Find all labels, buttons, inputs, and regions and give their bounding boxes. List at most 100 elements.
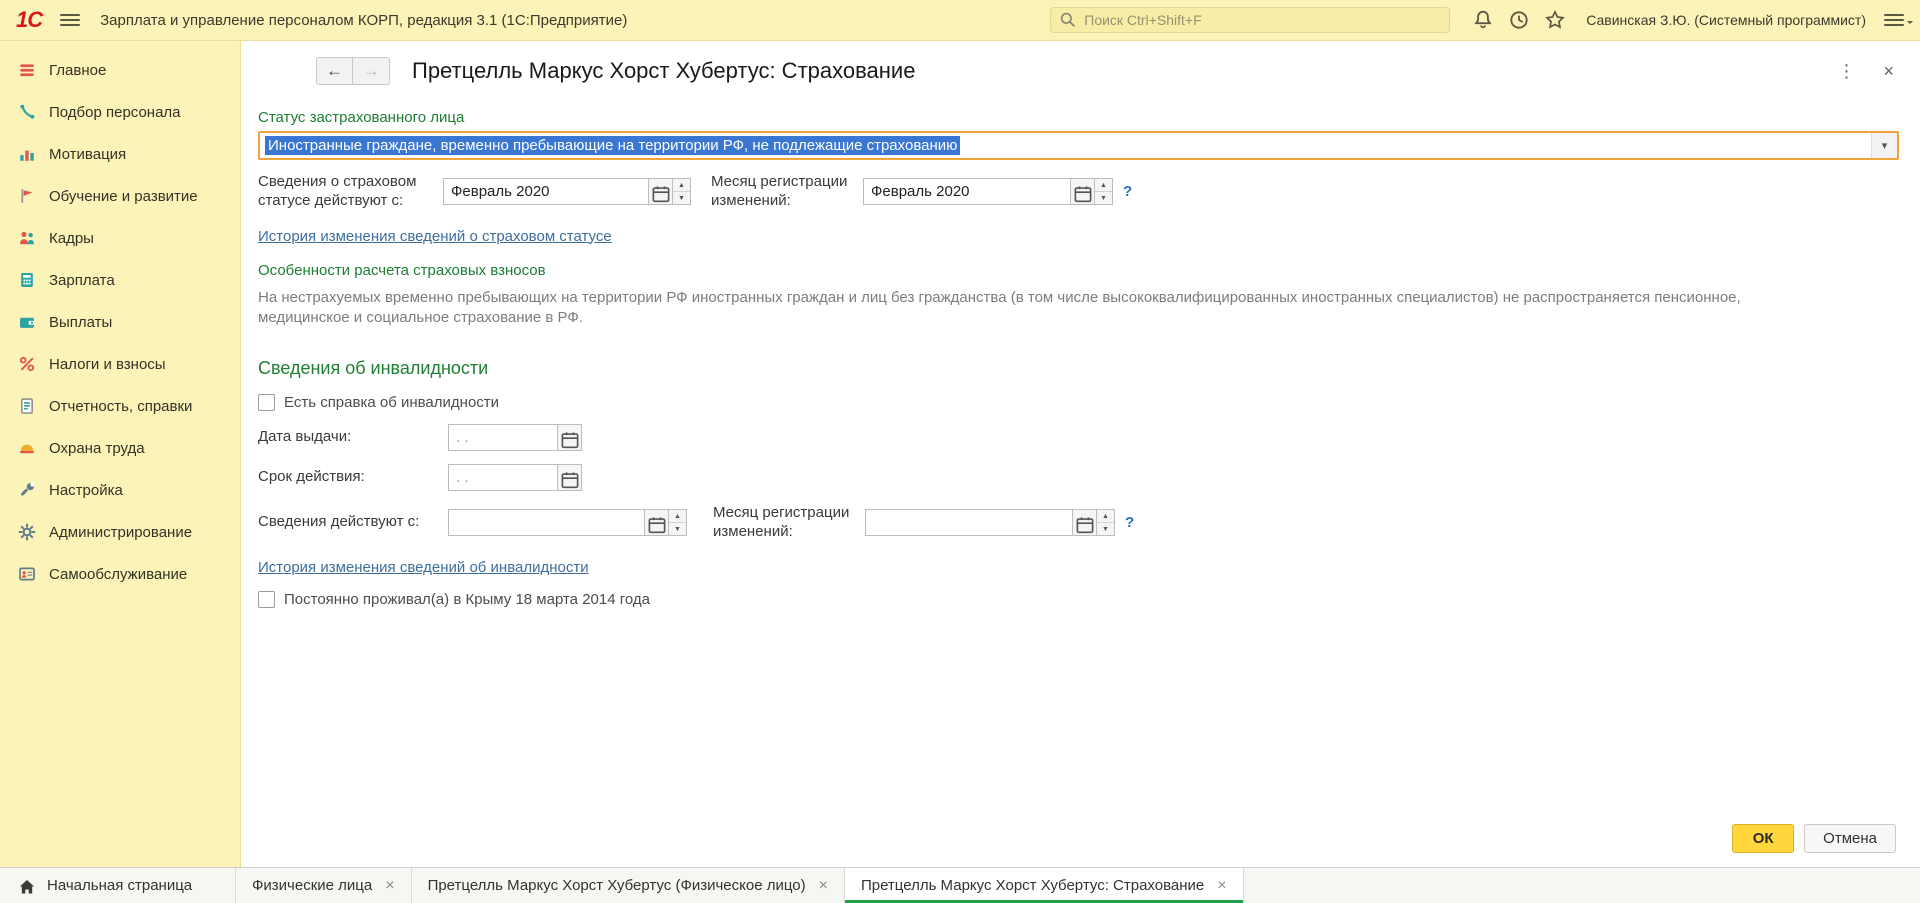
history-icon[interactable] bbox=[1508, 9, 1530, 31]
calendar-button[interactable] bbox=[649, 178, 673, 206]
crimea-residence-label: Постоянно проживал(а) в Крыму 18 марта 2… bbox=[284, 590, 650, 608]
registration-month-label: Месяц регистрации изменений: bbox=[711, 173, 848, 209]
date-spinner[interactable]: ▲ ▼ bbox=[673, 178, 691, 206]
more-menu-icon[interactable]: ⋮ bbox=[1837, 62, 1855, 80]
status-valid-from-value: Февраль 2020 bbox=[451, 183, 550, 201]
sidebar-item-label: Настройка bbox=[49, 481, 123, 499]
help-icon[interactable]: ? bbox=[1125, 514, 1134, 531]
registration-month-value: Февраль 2020 bbox=[871, 183, 970, 201]
sidebar-item-settings[interactable]: Настройка bbox=[0, 469, 240, 511]
open-windows-bar: Начальная страница Физические лица × Пре… bbox=[0, 867, 1920, 903]
sidebar-item-labor-safety[interactable]: Охрана труда bbox=[0, 427, 240, 469]
spinner-down-icon[interactable]: ▼ bbox=[669, 523, 686, 536]
tab-individuals[interactable]: Физические лица × bbox=[236, 868, 412, 903]
calendar-button[interactable] bbox=[1073, 509, 1097, 537]
wallet-icon bbox=[18, 313, 36, 331]
tab-label: Физические лица bbox=[252, 877, 373, 894]
global-search[interactable] bbox=[1050, 7, 1451, 33]
close-tab-icon[interactable]: × bbox=[819, 877, 828, 894]
calendar-button[interactable] bbox=[558, 424, 582, 451]
issue-date-field[interactable]: . . bbox=[448, 424, 558, 451]
spinner-down-icon[interactable]: ▼ bbox=[673, 192, 690, 205]
issue-date-value: . . bbox=[456, 429, 469, 446]
sidebar-item-recruitment[interactable]: Подбор персонала bbox=[0, 91, 240, 133]
spinner-up-icon[interactable]: ▲ bbox=[669, 510, 686, 524]
back-button[interactable]: ← bbox=[316, 57, 353, 85]
spinner-up-icon[interactable]: ▲ bbox=[673, 179, 690, 193]
sections-sidebar: Главное Подбор персонала Мотивация Обуче… bbox=[0, 41, 241, 867]
contributions-note: На нестрахуемых временно пребывающих на … bbox=[258, 288, 1741, 326]
current-user: Савинская З.Ю. (Системный программист) bbox=[1586, 12, 1866, 28]
wrench-icon bbox=[18, 481, 36, 499]
has-disability-certificate-checkbox[interactable] bbox=[258, 394, 275, 411]
report-icon bbox=[18, 397, 36, 415]
home-page-tab[interactable]: Начальная страница bbox=[0, 868, 236, 903]
sidebar-item-reports[interactable]: Отчетность, справки bbox=[0, 385, 240, 427]
date-spinner[interactable]: ▲ ▼ bbox=[1095, 178, 1113, 206]
search-input[interactable] bbox=[1084, 12, 1442, 28]
calendar-icon bbox=[648, 516, 666, 534]
notifications-bell-icon[interactable] bbox=[1472, 9, 1494, 31]
calculator-icon bbox=[18, 271, 36, 289]
favorites-star-icon[interactable] bbox=[1544, 9, 1566, 31]
insured-status-value: Иностранные граждане, временно пребывающ… bbox=[265, 136, 961, 155]
date-spinner[interactable]: ▲ ▼ bbox=[669, 509, 687, 537]
sidebar-item-administration[interactable]: Администрирование bbox=[0, 511, 240, 553]
gear-icon bbox=[18, 523, 36, 541]
chevron-down-icon: ▾ bbox=[1881, 140, 1888, 152]
flag-icon bbox=[18, 187, 36, 205]
expiry-date-label: Срок действия: bbox=[258, 468, 365, 486]
disability-valid-from-field[interactable] bbox=[448, 509, 645, 537]
sidebar-item-self-service[interactable]: Самообслуживание bbox=[0, 553, 240, 595]
sidebar-item-main[interactable]: Главное bbox=[0, 49, 240, 91]
status-valid-from-field[interactable]: Февраль 2020 bbox=[443, 178, 649, 206]
id-card-icon bbox=[18, 565, 36, 583]
bar-chart-icon bbox=[18, 145, 36, 163]
sidebar-item-label: Администрирование bbox=[49, 523, 193, 541]
sidebar-item-taxes[interactable]: Налоги и взносы bbox=[0, 343, 240, 385]
sidebar-item-label: Кадры bbox=[49, 229, 94, 247]
app-title: Зарплата и управление персоналом КОРП, р… bbox=[100, 11, 628, 29]
sidebar-item-training[interactable]: Обучение и развитие bbox=[0, 175, 240, 217]
disability-history-link[interactable]: История изменения сведений об инвалиднос… bbox=[258, 559, 589, 576]
spinner-down-icon[interactable]: ▼ bbox=[1095, 192, 1112, 205]
close-tab-icon[interactable]: × bbox=[385, 877, 394, 894]
combobox-dropdown-button[interactable]: ▾ bbox=[1871, 133, 1897, 158]
main-menu-button[interactable] bbox=[60, 14, 81, 26]
spinner-up-icon[interactable]: ▲ bbox=[1097, 510, 1114, 524]
forward-arrow-icon: → bbox=[362, 61, 380, 80]
disability-section-title: Сведения об инвалидности bbox=[258, 358, 489, 378]
calendar-button[interactable] bbox=[1071, 178, 1095, 206]
registration-month-field[interactable]: Февраль 2020 bbox=[863, 178, 1071, 206]
1c-logo: 1С bbox=[16, 7, 43, 32]
service-menu-button[interactable] bbox=[1884, 14, 1913, 26]
date-spinner[interactable]: ▲ ▼ bbox=[1097, 509, 1115, 537]
disability-registration-month-field[interactable] bbox=[865, 509, 1073, 537]
sidebar-item-label: Налоги и взносы bbox=[49, 355, 166, 373]
calendar-button[interactable] bbox=[645, 509, 669, 537]
sidebar-item-salary[interactable]: Зарплата bbox=[0, 259, 240, 301]
close-form-icon[interactable]: × bbox=[1883, 62, 1894, 80]
form-footer: ОК Отмена bbox=[241, 824, 1920, 867]
tab-person-card[interactable]: Претцелль Маркус Хорст Хубертус (Физичес… bbox=[412, 868, 845, 903]
tab-label: Претцелль Маркус Хорст Хубертус (Физичес… bbox=[427, 877, 806, 894]
close-tab-icon[interactable]: × bbox=[1217, 877, 1226, 894]
sidebar-item-label: Обучение и развитие bbox=[49, 187, 198, 205]
spinner-down-icon[interactable]: ▼ bbox=[1097, 523, 1114, 536]
sidebar-item-motivation[interactable]: Мотивация bbox=[0, 133, 240, 175]
tab-person-insurance[interactable]: Претцелль Маркус Хорст Хубертус: Страхов… bbox=[844, 868, 1244, 903]
forward-button[interactable]: → bbox=[353, 57, 390, 85]
status-history-link[interactable]: История изменения сведений о страховом с… bbox=[258, 228, 612, 245]
insured-status-combobox[interactable]: Иностранные граждане, временно пребывающ… bbox=[258, 131, 1899, 160]
expiry-date-field[interactable]: . . bbox=[448, 464, 558, 491]
calendar-button[interactable] bbox=[558, 464, 582, 491]
ok-button[interactable]: ОК bbox=[1732, 824, 1795, 853]
sidebar-item-staff[interactable]: Кадры bbox=[0, 217, 240, 259]
help-icon[interactable]: ? bbox=[1123, 183, 1132, 200]
form-header: ← → Претцелль Маркус Хорст Хубертус: Стр… bbox=[241, 41, 1920, 93]
sidebar-item-label: Зарплата bbox=[49, 271, 115, 289]
cancel-button[interactable]: Отмена bbox=[1804, 824, 1896, 853]
spinner-up-icon[interactable]: ▲ bbox=[1095, 179, 1112, 193]
crimea-residence-checkbox[interactable] bbox=[258, 590, 275, 608]
sidebar-item-payments[interactable]: Выплаты bbox=[0, 301, 240, 343]
